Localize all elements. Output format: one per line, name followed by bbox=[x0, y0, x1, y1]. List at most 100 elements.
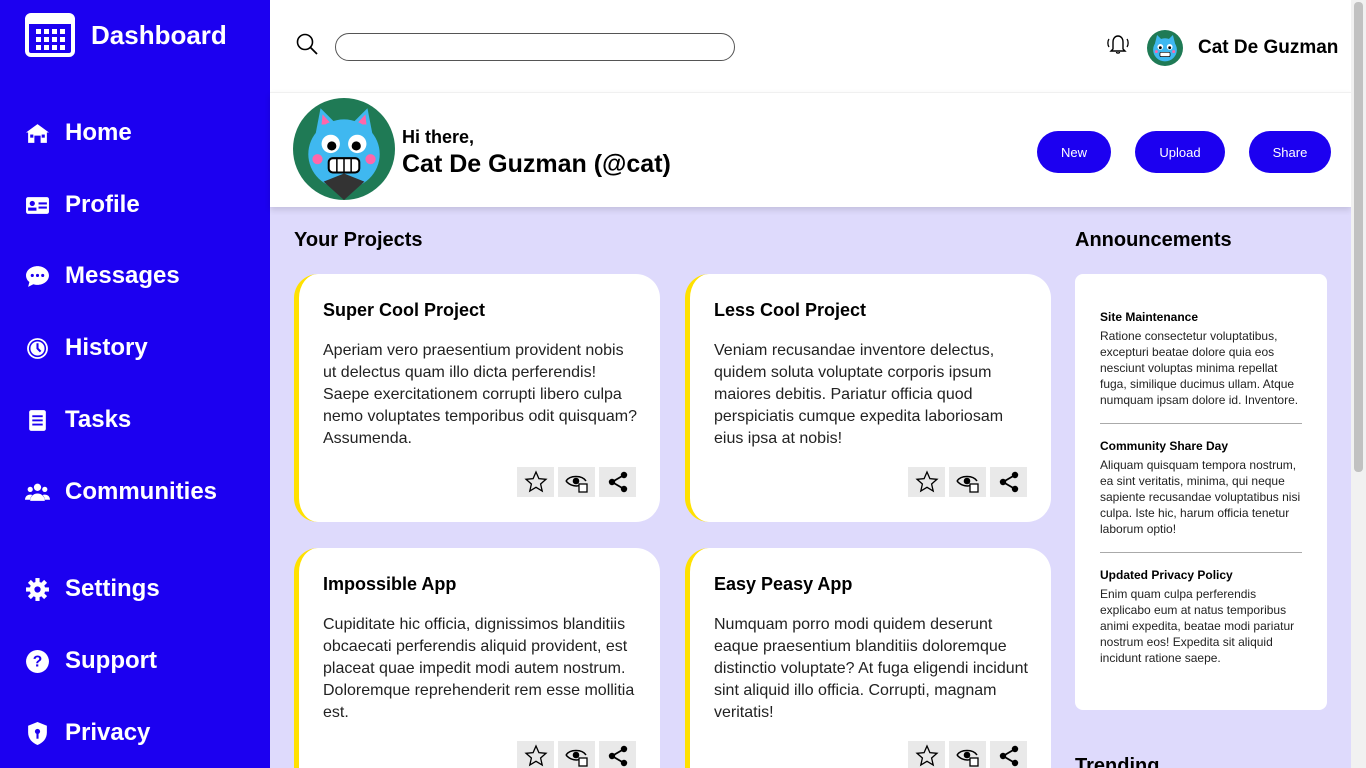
greeting-name: Cat De Guzman (@cat) bbox=[402, 150, 671, 178]
project-title: Super Cool Project bbox=[323, 300, 486, 320]
star-button[interactable] bbox=[517, 467, 554, 497]
share-action-button[interactable] bbox=[990, 741, 1027, 768]
sidebar-item-privacy[interactable]: Privacy bbox=[25, 719, 150, 747]
divider bbox=[1100, 552, 1302, 553]
star-icon bbox=[914, 470, 939, 493]
clock-icon bbox=[27, 337, 48, 359]
announcement-item[interactable]: Site Maintenance Ratione consectetur vol… bbox=[1100, 310, 1302, 408]
project-description: Aperiam vero praesentium provident nobis… bbox=[323, 342, 637, 447]
watch-button[interactable] bbox=[949, 467, 986, 497]
gear-icon bbox=[26, 577, 49, 601]
sidebar-item-history[interactable]: History bbox=[25, 334, 148, 362]
dashboard-grid-icon bbox=[25, 13, 75, 57]
star-button[interactable] bbox=[908, 741, 945, 768]
share-action-button[interactable] bbox=[599, 741, 636, 768]
project-card[interactable]: Super Cool Project Aperiam vero praesent… bbox=[294, 274, 660, 522]
brand[interactable]: Dashboard bbox=[25, 13, 227, 57]
project-title: Impossible App bbox=[323, 574, 457, 594]
upload-button[interactable]: Upload bbox=[1135, 131, 1225, 173]
eye-icon bbox=[955, 749, 979, 767]
sidebar-item-messages[interactable]: Messages bbox=[25, 262, 180, 290]
announcement-item[interactable]: Community Share Day Aliquam quisquam tem… bbox=[1100, 439, 1302, 537]
shield-icon bbox=[28, 721, 47, 745]
share-icon bbox=[999, 471, 1018, 493]
sidebar-item-home[interactable]: Home bbox=[25, 119, 132, 147]
trending-title: Trending bbox=[1075, 755, 1160, 768]
divider bbox=[1100, 423, 1302, 424]
sidebar-item-label: Support bbox=[65, 647, 157, 674]
sidebar-item-label: Home bbox=[65, 119, 132, 146]
announcement-body: Enim quam culpa perferendis explicabo eu… bbox=[1100, 587, 1295, 665]
id-card-icon bbox=[26, 196, 49, 214]
announcements-title: Announcements bbox=[1075, 229, 1232, 251]
page-scrollbar[interactable] bbox=[1351, 0, 1366, 768]
star-icon bbox=[914, 744, 939, 767]
sidebar-item-label: Tasks bbox=[65, 406, 132, 433]
project-card[interactable]: Less Cool Project Veniam recusandae inve… bbox=[685, 274, 1051, 522]
share-icon bbox=[608, 471, 627, 493]
search-input[interactable] bbox=[335, 33, 735, 61]
clipboard-icon bbox=[29, 409, 46, 431]
share-action-button[interactable] bbox=[599, 467, 636, 497]
top-bar: Cat De Guzman bbox=[270, 0, 1351, 92]
announcement-body: Ratione consectetur voluptatibus, except… bbox=[1100, 329, 1299, 407]
project-card[interactable]: Impossible App Cupiditate hic officia, d… bbox=[294, 548, 660, 768]
cat-avatar-icon bbox=[1147, 30, 1183, 66]
greeting-text: Hi there, bbox=[402, 127, 475, 147]
announcements-panel: Site Maintenance Ratione consectetur vol… bbox=[1075, 274, 1327, 710]
announcement-item[interactable]: Updated Privacy Policy Enim quam culpa p… bbox=[1100, 568, 1302, 666]
announcement-title: Community Share Day bbox=[1100, 439, 1229, 453]
sidebar-item-profile[interactable]: Profile bbox=[25, 191, 140, 219]
card-actions bbox=[517, 467, 636, 497]
star-button[interactable] bbox=[908, 467, 945, 497]
bell-icon[interactable] bbox=[1104, 32, 1132, 56]
watch-button[interactable] bbox=[558, 467, 595, 497]
scrollbar-thumb[interactable] bbox=[1354, 2, 1363, 472]
star-icon bbox=[523, 470, 548, 493]
sidebar: Dashboard Home Profile Messages History … bbox=[0, 0, 270, 768]
sidebar-item-label: Messages bbox=[65, 262, 180, 289]
user-name[interactable]: Cat De Guzman bbox=[1198, 37, 1338, 59]
eye-icon bbox=[564, 475, 588, 493]
sidebar-item-label: History bbox=[65, 334, 148, 361]
card-actions bbox=[517, 741, 636, 768]
search-icon[interactable] bbox=[295, 32, 319, 56]
watch-button[interactable] bbox=[558, 741, 595, 768]
project-description: Veniam recusandae inventore delectus, qu… bbox=[714, 342, 1004, 447]
project-description: Numquam porro modi quidem deserunt eaque… bbox=[714, 616, 1028, 721]
project-title: Easy Peasy App bbox=[714, 574, 853, 594]
sidebar-item-settings[interactable]: Settings bbox=[25, 575, 160, 603]
share-icon bbox=[999, 745, 1018, 767]
star-icon bbox=[523, 744, 548, 767]
sidebar-item-label: Profile bbox=[65, 191, 140, 218]
cat-avatar-icon bbox=[293, 98, 395, 200]
help-icon: ? bbox=[26, 649, 49, 673]
project-title: Less Cool Project bbox=[714, 300, 867, 320]
announcement-title: Updated Privacy Policy bbox=[1100, 568, 1233, 582]
share-button[interactable]: Share bbox=[1249, 131, 1331, 173]
sidebar-item-communities[interactable]: Communities bbox=[25, 478, 217, 506]
project-card[interactable]: Easy Peasy App Numquam porro modi quidem… bbox=[685, 548, 1051, 768]
avatar[interactable] bbox=[1147, 30, 1183, 66]
announcement-body: Aliquam quisquam tempora nostrum, ea sin… bbox=[1100, 458, 1301, 536]
sidebar-item-label: Settings bbox=[65, 575, 160, 602]
star-button[interactable] bbox=[517, 741, 554, 768]
eye-icon bbox=[564, 749, 588, 767]
brand-label: Dashboard bbox=[91, 19, 227, 50]
sidebar-item-tasks[interactable]: Tasks bbox=[25, 406, 131, 434]
sidebar-item-support[interactable]: ? Support bbox=[25, 647, 157, 675]
home-icon bbox=[26, 123, 49, 143]
profile-avatar bbox=[293, 98, 395, 200]
eye-icon bbox=[955, 475, 979, 493]
watch-button[interactable] bbox=[949, 741, 986, 768]
card-actions bbox=[908, 467, 1027, 497]
profile-header: Hi there, Cat De Guzman (@cat) New Uploa… bbox=[270, 92, 1351, 207]
projects-title: Your Projects bbox=[294, 229, 423, 251]
people-icon bbox=[25, 483, 50, 501]
project-description: Cupiditate hic officia, dignissimos blan… bbox=[323, 616, 635, 721]
share-action-button[interactable] bbox=[990, 467, 1027, 497]
chat-icon bbox=[26, 265, 49, 287]
announcement-title: Site Maintenance bbox=[1100, 310, 1199, 324]
sidebar-item-label: Privacy bbox=[65, 719, 151, 746]
new-button[interactable]: New bbox=[1037, 131, 1111, 173]
